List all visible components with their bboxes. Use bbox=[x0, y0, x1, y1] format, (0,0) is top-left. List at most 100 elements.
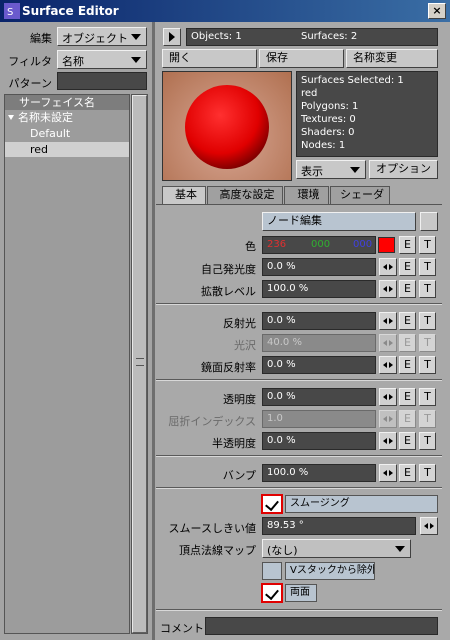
save-button[interactable]: 保存 bbox=[259, 49, 344, 68]
info-surface-name: red bbox=[301, 88, 318, 99]
luminosity-envelope-icon[interactable] bbox=[379, 258, 397, 276]
color-rgb-field[interactable]: 236 000 000 bbox=[262, 236, 376, 254]
diffuse-t-button[interactable]: T bbox=[419, 280, 436, 298]
reflection-e-button[interactable]: E bbox=[399, 356, 416, 374]
tree-item-red[interactable]: red bbox=[5, 142, 129, 157]
comment-input[interactable] bbox=[205, 617, 438, 635]
tab-basic[interactable]: 基本 bbox=[162, 186, 206, 204]
specularity-t-button[interactable]: T bbox=[419, 312, 436, 330]
surface-info-box: Surfaces Selected: 1 red Polygons: 1 Tex… bbox=[296, 71, 438, 157]
display-dropdown[interactable]: 表示 bbox=[296, 160, 366, 179]
gloss-t-button: T bbox=[419, 334, 436, 352]
translucency-input[interactable]: 0.0 % bbox=[262, 432, 376, 450]
color-swatch[interactable] bbox=[378, 237, 395, 253]
refraction-label: 屈折インデックス bbox=[168, 415, 256, 428]
translucency-label: 半透明度 bbox=[212, 437, 256, 450]
refraction-envelope-icon bbox=[379, 410, 397, 428]
tab-content-border bbox=[156, 204, 442, 205]
tab-advanced[interactable]: 高度な設定 bbox=[207, 186, 283, 204]
specularity-input[interactable]: 0.0 % bbox=[262, 312, 376, 330]
specularity-label: 反射光 bbox=[223, 317, 256, 330]
objects-text: Objects: 1 bbox=[191, 31, 242, 42]
section-divider bbox=[156, 487, 442, 489]
double-sided-label[interactable]: 両面 bbox=[285, 584, 317, 602]
transparency-e-button[interactable]: E bbox=[399, 388, 416, 406]
section-divider bbox=[156, 609, 442, 611]
bump-e-button[interactable]: E bbox=[399, 464, 416, 482]
transparency-t-button[interactable]: T bbox=[419, 388, 436, 406]
translucency-envelope-icon[interactable] bbox=[379, 432, 397, 450]
smooth-threshold-envelope-icon[interactable] bbox=[420, 517, 438, 535]
luminosity-t-button[interactable]: T bbox=[419, 258, 436, 276]
scrollbar-thumb[interactable] bbox=[132, 95, 147, 633]
info-polygons: Polygons: 1 bbox=[301, 101, 359, 112]
gloss-label: 光沢 bbox=[234, 339, 256, 352]
edit-value: オブジェクト bbox=[62, 32, 128, 45]
filter-label: フィルタ bbox=[8, 55, 52, 68]
list-scrollbar[interactable] bbox=[131, 94, 148, 634]
transparency-label: 透明度 bbox=[223, 393, 256, 406]
diffuse-input[interactable]: 100.0 % bbox=[262, 280, 376, 298]
luminosity-input[interactable]: 0.0 % bbox=[262, 258, 376, 276]
tree-item-label: red bbox=[30, 143, 49, 156]
refraction-e-button: E bbox=[399, 410, 416, 428]
color-b-value: 000 bbox=[353, 239, 373, 250]
reflection-envelope-icon[interactable] bbox=[379, 356, 397, 374]
objects-count: Objects: 1 Surfaces: 2 bbox=[186, 28, 438, 46]
tree-item-group[interactable]: 名称未設定 bbox=[6, 110, 128, 125]
reflection-t-button[interactable]: T bbox=[419, 356, 436, 374]
app-icon: S bbox=[4, 3, 20, 19]
filter-value: 名称 bbox=[62, 55, 84, 68]
transparency-envelope-icon[interactable] bbox=[379, 388, 397, 406]
bump-t-button[interactable]: T bbox=[419, 464, 436, 482]
bump-envelope-icon[interactable] bbox=[379, 464, 397, 482]
display-value: 表示 bbox=[301, 165, 323, 178]
tab-shader[interactable]: シェーダ bbox=[330, 186, 390, 204]
surface-list[interactable] bbox=[4, 94, 130, 634]
gloss-e-button: E bbox=[399, 334, 416, 352]
specularity-e-button[interactable]: E bbox=[399, 312, 416, 330]
surface-list-header[interactable]: サーフェイス名 bbox=[5, 95, 129, 110]
translucency-t-button[interactable]: T bbox=[419, 432, 436, 450]
filter-dropdown[interactable]: 名称 bbox=[57, 50, 147, 69]
info-shaders: Shaders: 0 bbox=[301, 127, 355, 138]
reflection-input[interactable]: 0.0 % bbox=[262, 356, 376, 374]
close-button[interactable]: × bbox=[428, 3, 446, 19]
section-divider bbox=[156, 303, 442, 305]
diffuse-envelope-icon[interactable] bbox=[379, 280, 397, 298]
expand-arrow-icon[interactable] bbox=[8, 115, 14, 120]
exclude-vstack-checkbox[interactable] bbox=[262, 562, 282, 580]
tree-item-default[interactable]: Default bbox=[6, 126, 128, 141]
title-bar: S Surface Editor × bbox=[0, 0, 450, 22]
preview-image[interactable] bbox=[162, 71, 292, 181]
vertex-normal-dropdown[interactable]: (なし) bbox=[262, 539, 411, 558]
color-g-value: 000 bbox=[311, 239, 331, 250]
options-button[interactable]: オプション bbox=[369, 160, 438, 179]
transparency-input[interactable]: 0.0 % bbox=[262, 388, 376, 406]
smooth-threshold-label: スムースしきい値 bbox=[168, 522, 256, 535]
diffuse-e-button[interactable]: E bbox=[399, 280, 416, 298]
exclude-vstack-label[interactable]: Vスタックから除外 bbox=[285, 562, 375, 580]
rename-button[interactable]: 名称変更 bbox=[346, 49, 438, 68]
play-button[interactable] bbox=[163, 28, 181, 46]
luminosity-e-button[interactable]: E bbox=[399, 258, 416, 276]
color-envelope-button[interactable]: E bbox=[399, 236, 416, 254]
edit-dropdown[interactable]: オブジェクト bbox=[57, 27, 147, 46]
color-texture-button[interactable]: T bbox=[419, 236, 436, 254]
vertex-normal-label: 頂点法線マップ bbox=[179, 544, 256, 557]
tab-environment[interactable]: 環境 bbox=[284, 186, 329, 204]
pattern-label: パターン bbox=[8, 77, 52, 90]
pattern-input[interactable] bbox=[57, 72, 147, 90]
reflection-label: 鏡面反射率 bbox=[201, 361, 256, 374]
smoothing-checkbox[interactable] bbox=[261, 494, 283, 514]
gloss-input: 40.0 % bbox=[262, 334, 376, 352]
smoothing-label[interactable]: スムージング bbox=[285, 495, 438, 513]
specularity-envelope-icon[interactable] bbox=[379, 312, 397, 330]
double-sided-checkbox[interactable] bbox=[261, 583, 283, 603]
node-edit-extra-button[interactable] bbox=[420, 212, 438, 231]
open-button[interactable]: 開く bbox=[162, 49, 257, 68]
bump-input[interactable]: 100.0 % bbox=[262, 464, 376, 482]
translucency-e-button[interactable]: E bbox=[399, 432, 416, 450]
smooth-threshold-input[interactable]: 89.53 ° bbox=[262, 517, 416, 535]
node-edit-button[interactable]: ノード編集 bbox=[262, 212, 416, 231]
